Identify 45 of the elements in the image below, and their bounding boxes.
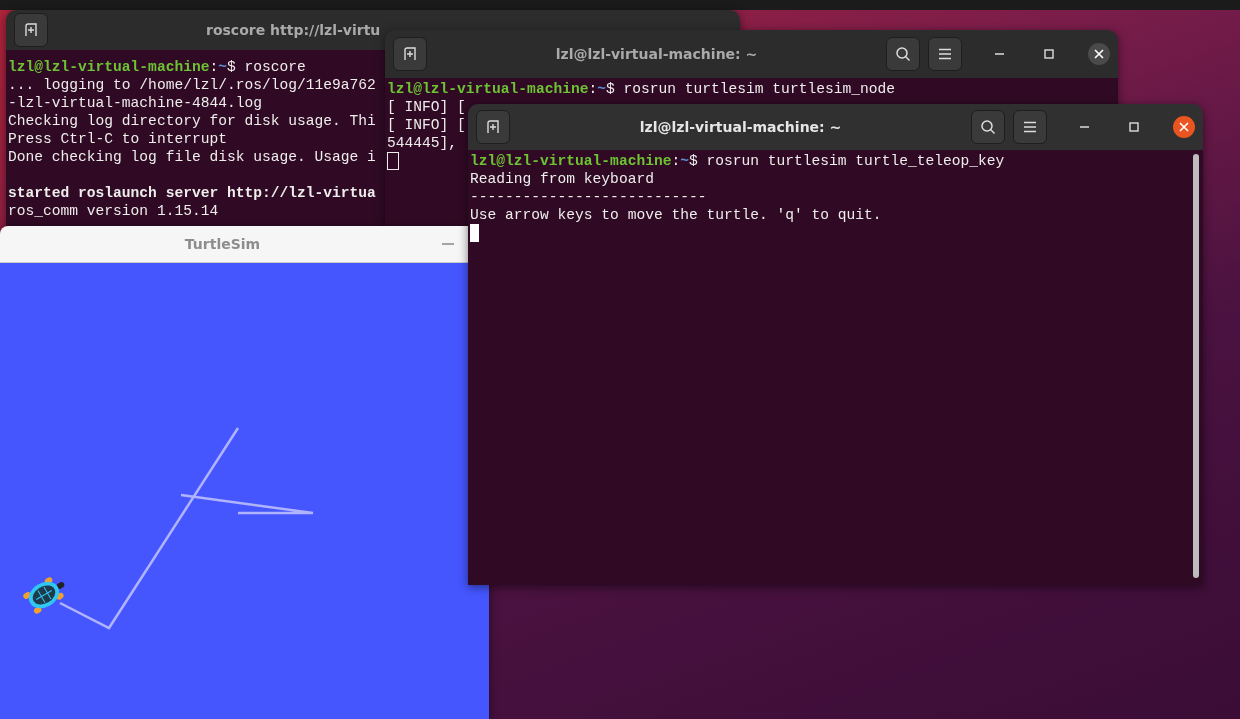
search-icon <box>980 119 996 135</box>
new-tab-button[interactable] <box>14 13 48 47</box>
output-line: [ INFO] [ <box>387 98 466 116</box>
window-title: lzl@lzl-virtual-machine: ~ <box>638 117 843 137</box>
minimize-icon <box>994 53 1004 55</box>
new-tab-button[interactable] <box>476 110 510 144</box>
new-tab-icon <box>24 23 38 37</box>
maximize-icon <box>1044 49 1054 59</box>
new-tab-icon <box>486 120 500 134</box>
new-tab-icon <box>403 47 417 61</box>
prompt-line: lzl@lzl-virtual-machine:~$ roscore <box>8 58 306 76</box>
menu-icon <box>938 48 952 60</box>
output-line: Done checking log file disk usage. Usage i <box>8 148 376 166</box>
minimize-icon <box>442 243 454 245</box>
search-button[interactable] <box>971 110 1005 144</box>
output-line: [ INFO] [ <box>387 116 466 134</box>
close-icon <box>1094 49 1104 59</box>
output-line: -lzl-virtual-machine-4844.log <box>8 94 262 112</box>
output-line: --------------------------- <box>470 188 707 206</box>
search-icon <box>895 46 911 62</box>
menu-icon <box>1023 121 1037 133</box>
close-icon <box>1179 122 1189 132</box>
search-button[interactable] <box>886 37 920 71</box>
maximize-icon <box>1129 122 1139 132</box>
window-title: roscore http://lzl-virtu <box>205 20 382 40</box>
output-line: started roslaunch server http://lzl-virtua <box>8 184 376 202</box>
turtle-icon <box>23 577 65 614</box>
menu-button[interactable] <box>928 37 962 71</box>
output-line: Reading from keyboard <box>470 170 654 188</box>
minimize-icon <box>1079 126 1089 128</box>
window-title: lzl@lzl-virtual-machine: ~ <box>554 44 759 64</box>
window-title: TurtleSim <box>183 234 262 254</box>
close-button[interactable] <box>1088 43 1110 65</box>
prompt-line: lzl@lzl-virtual-machine:~$ rosrun turtlesim turtlesim_node <box>387 80 895 98</box>
scrollbar[interactable] <box>1193 154 1199 578</box>
output-line: ros_comm version 1.15.14 <box>8 202 219 220</box>
prompt-line: lzl@lzl-virtual-machine:~$ rosrun turtlesim turtle_teleop_key <box>470 152 1005 170</box>
output-line: Use arrow keys to move the turtle. 'q' to quit. <box>470 206 882 224</box>
menu-button[interactable] <box>1013 110 1047 144</box>
output-line: 544445], <box>387 134 458 152</box>
output-line: ... logging to /home/lzl/.ros/log/11e9a762 <box>8 76 376 94</box>
output-line: Checking log directory for disk usage. Thi <box>8 112 376 130</box>
output-line: Press Ctrl-C to interrupt <box>8 130 227 148</box>
close-button[interactable] <box>1173 116 1195 138</box>
new-tab-button[interactable] <box>393 37 427 71</box>
